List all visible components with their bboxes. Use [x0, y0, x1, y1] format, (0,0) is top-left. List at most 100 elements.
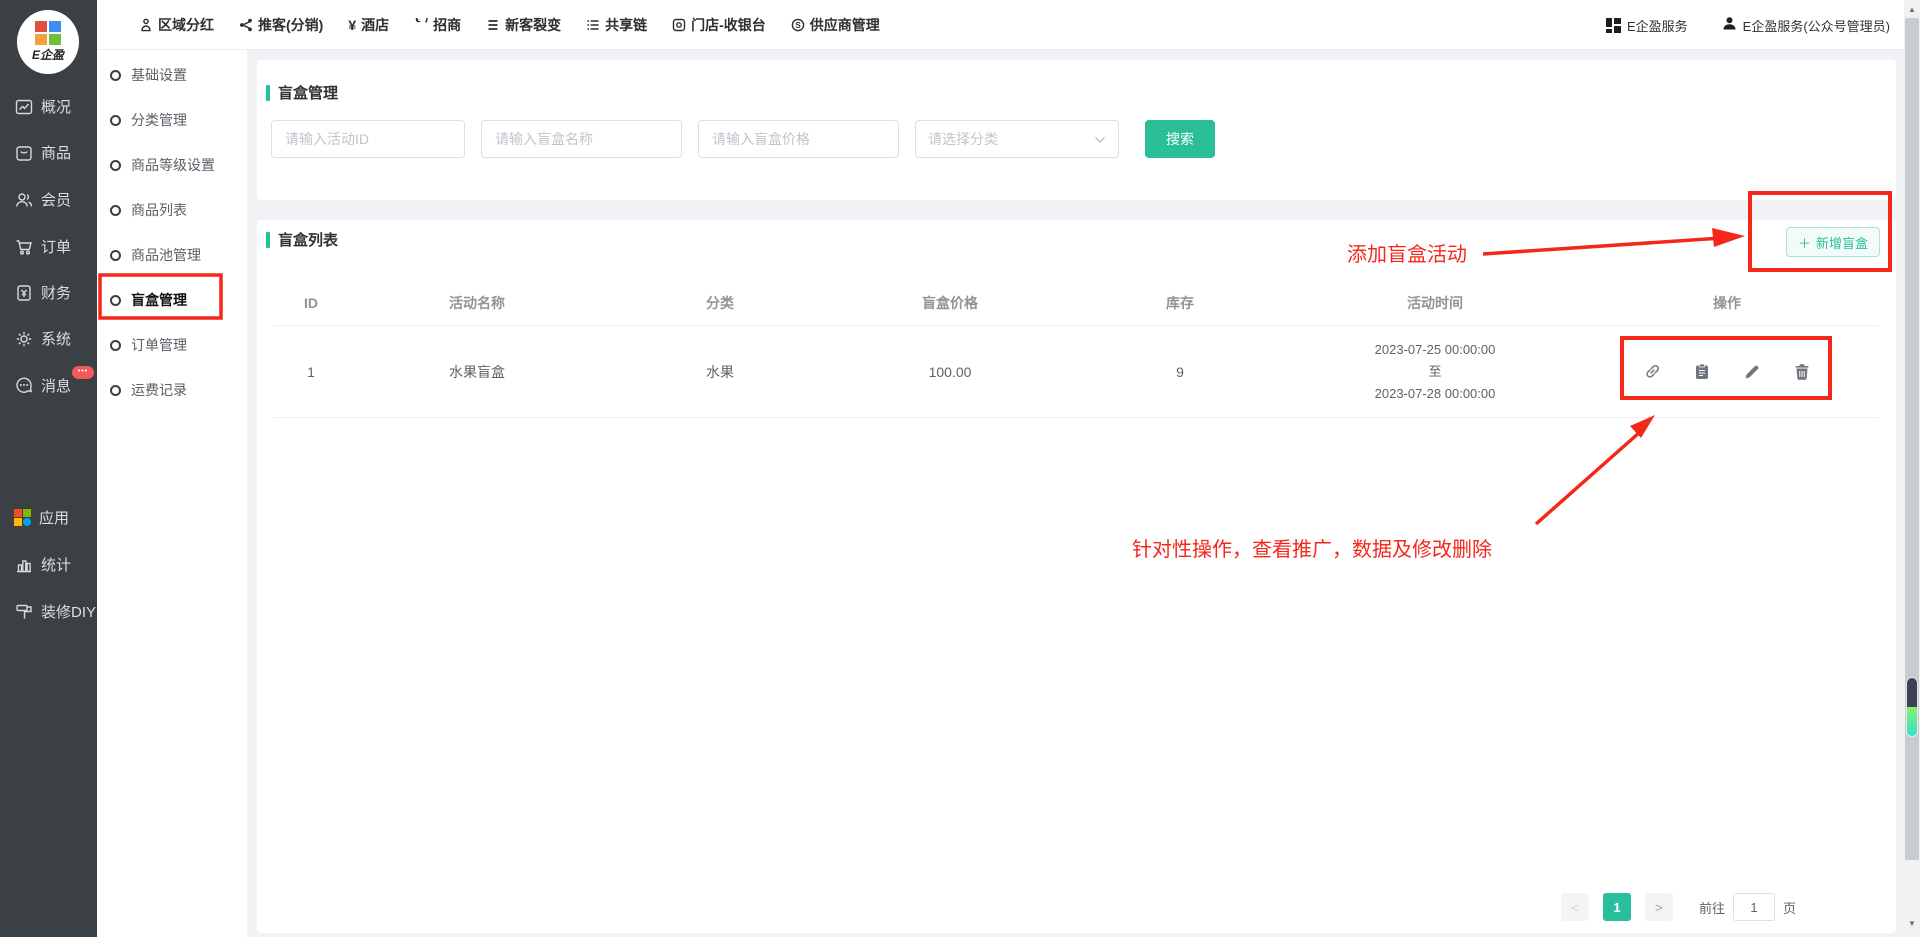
overview-icon — [14, 97, 34, 117]
service-label: E企盈服务 — [1627, 16, 1688, 35]
nav-item-label: 门店-收银台 — [691, 15, 766, 35]
submenu-label: 订单管理 — [131, 335, 187, 355]
brand-logo[interactable]: E企盈 — [17, 10, 79, 74]
submenu-item-freight[interactable]: 运费记录 — [97, 373, 247, 407]
nav-item-distribution[interactable]: 推客(分销) — [239, 15, 323, 35]
main-sidebar: E企盈 概况 商品 会 — [0, 0, 97, 937]
table-row: 1 水果盲盒 水果 100.00 9 2023-07-25 00:00:00 至… — [273, 326, 1879, 418]
submenu-item-blindbox[interactable]: 盲盒管理 — [97, 283, 247, 317]
header-right: E企盈服务 E企盈服务(公众号管理员) — [1606, 0, 1890, 50]
submenu-item-basic-settings[interactable]: 基础设置 — [97, 58, 247, 92]
service-menu[interactable]: E企盈服务 — [1606, 16, 1688, 35]
annotation-add-label: 添加盲盒活动 — [1347, 238, 1467, 267]
category-select-placeholder: 请选择分类 — [928, 129, 998, 149]
logo-mark-icon — [35, 21, 61, 45]
submenu-item-goods-level[interactable]: 商品等级设置 — [97, 148, 247, 182]
category-select[interactable]: 请选择分类 — [915, 120, 1119, 158]
chevron-down-icon — [1094, 131, 1106, 147]
bars-icon — [486, 18, 500, 32]
sidebar-item-label: 概况 — [41, 96, 71, 117]
message-badge: ••• — [72, 366, 94, 379]
scroll-up-icon[interactable]: ▲ — [1904, 1, 1920, 17]
sidebar-item-label: 装修DIY — [41, 601, 96, 622]
col-header-name: 活动名称 — [349, 293, 605, 313]
report-icon[interactable] — [1692, 362, 1712, 382]
circle-icon — [110, 295, 121, 306]
scrollbar[interactable]: ▲ ▼ — [1904, 0, 1920, 937]
submenu-item-goods-list[interactable]: 商品列表 — [97, 193, 247, 227]
search-card: 盲盒管理 请选择分类 搜索 — [257, 60, 1896, 200]
goto-unit-label: 页 — [1783, 898, 1796, 917]
sidebar-item-system[interactable]: 系统 — [14, 328, 71, 349]
sidebar-item-message[interactable]: 消息 ••• — [14, 375, 71, 396]
nav-item-investment[interactable]: 招商 — [414, 15, 461, 35]
sidebar-item-apps[interactable]: 应用 — [14, 507, 69, 528]
main-content: 盲盒管理 请选择分类 搜索 盲盒列表 — [247, 50, 1904, 937]
goto-label: 前往 — [1699, 898, 1725, 917]
current-page-button[interactable]: 1 — [1603, 893, 1631, 921]
sidebar-item-stats[interactable]: 统计 — [14, 554, 71, 575]
sidebar-item-diy[interactable]: 装修DIY — [14, 601, 96, 622]
account-menu[interactable]: E企盈服务(公众号管理员) — [1722, 16, 1890, 35]
sidebar-item-member[interactable]: 会员 — [14, 189, 71, 210]
top-nav: 区域分红 推客(分销) ¥ 酒店 — [97, 15, 880, 35]
title-bar-icon — [266, 85, 270, 101]
sub-sidebar: 基础设置 分类管理 商品等级设置 商品列表 商品池管理 盲盒管理 订单管理 运费… — [97, 50, 247, 937]
sidebar-item-label: 订单 — [41, 236, 71, 257]
system-icon — [14, 329, 34, 349]
recycle-icon — [414, 18, 428, 32]
scroll-down-icon[interactable]: ▼ — [1904, 915, 1920, 931]
sidebar-item-label: 应用 — [39, 507, 69, 528]
sidebar-item-goods[interactable]: 商品 — [14, 142, 71, 163]
nav-item-hotel[interactable]: ¥ 酒店 — [348, 15, 389, 35]
delete-icon[interactable] — [1792, 362, 1812, 382]
sidebar-item-finance[interactable]: 财务 — [14, 282, 71, 303]
scroll-indicator-pill — [1906, 677, 1918, 737]
nav-item-store-cashier[interactable]: 门店-收银台 — [672, 15, 766, 35]
time-to: 至 — [1295, 361, 1575, 383]
blindbox-name-input[interactable] — [481, 120, 682, 158]
submenu-item-category[interactable]: 分类管理 — [97, 103, 247, 137]
goto-page-input[interactable] — [1733, 893, 1775, 921]
top-header: 区域分红 推客(分销) ¥ 酒店 — [97, 0, 1920, 50]
prev-page-button[interactable]: < — [1561, 893, 1589, 921]
add-blindbox-button[interactable]: ＋ 新增盲盒 — [1786, 227, 1880, 257]
submenu-label: 商品池管理 — [131, 245, 201, 265]
annotation-ops-label: 针对性操作，查看推广，数据及修改删除 — [1132, 533, 1492, 562]
nav-item-new-customer[interactable]: 新客裂变 — [486, 15, 561, 35]
message-icon — [14, 376, 34, 396]
circle-icon — [110, 340, 121, 351]
nav-item-share-chain[interactable]: 共享链 — [586, 15, 647, 35]
sidebar-item-overview[interactable]: 概况 — [14, 96, 71, 117]
finance-icon — [14, 283, 34, 303]
submenu-label: 商品等级设置 — [131, 155, 215, 175]
page-title: 盲盒管理 — [278, 82, 338, 103]
time-start: 2023-07-25 00:00:00 — [1295, 339, 1575, 361]
col-header-price: 盲盒价格 — [835, 293, 1065, 313]
diy-icon — [14, 602, 34, 622]
sidebar-item-order[interactable]: 订单 — [14, 236, 71, 257]
search-card-title: 盲盒管理 — [266, 82, 338, 103]
time-end: 2023-07-28 00:00:00 — [1295, 383, 1575, 405]
submenu-item-order-manage[interactable]: 订单管理 — [97, 328, 247, 362]
nav-item-label: 供应商管理 — [810, 15, 880, 35]
sidebar-item-label: 财务 — [41, 282, 71, 303]
submenu-label: 商品列表 — [131, 200, 187, 220]
blindbox-price-input[interactable] — [698, 120, 899, 158]
nav-item-supplier[interactable]: S 供应商管理 — [791, 15, 880, 35]
submenu-label: 基础设置 — [131, 65, 187, 85]
plus-icon: ＋ — [1798, 233, 1811, 252]
link-icon[interactable] — [1642, 362, 1662, 382]
next-page-button[interactable]: > — [1645, 893, 1673, 921]
activity-id-input[interactable] — [271, 120, 465, 158]
search-button[interactable]: 搜索 — [1145, 120, 1215, 158]
nav-item-label: 招商 — [433, 15, 461, 35]
edit-icon[interactable] — [1742, 362, 1762, 382]
goods-icon — [14, 143, 34, 163]
svg-text:S: S — [795, 21, 801, 30]
logo-text: E企盈 — [32, 46, 64, 63]
store-icon — [672, 18, 686, 32]
submenu-item-goods-pool[interactable]: 商品池管理 — [97, 238, 247, 272]
nav-item-region-dividend[interactable]: 区域分红 — [139, 15, 214, 35]
col-header-category: 分类 — [605, 293, 835, 313]
